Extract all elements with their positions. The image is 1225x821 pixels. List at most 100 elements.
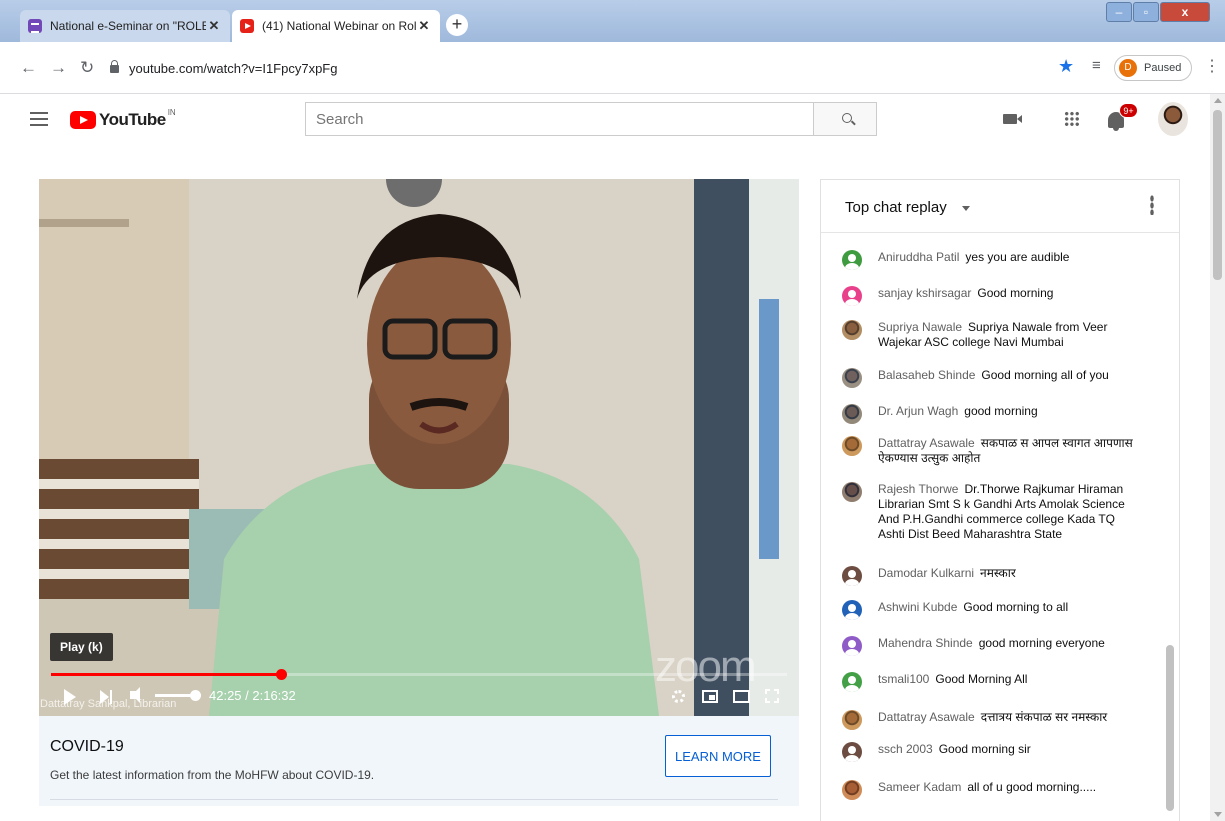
url-field[interactable]: youtube.com/watch?v=I1Fpcy7xpFg	[110, 52, 1070, 84]
chat-avatar[interactable]	[842, 482, 862, 502]
chat-author[interactable]: Dattatray Asawale	[878, 710, 975, 724]
chat-author[interactable]: ssch 2003	[878, 742, 933, 756]
chat-scrollbar[interactable]	[1166, 645, 1174, 811]
forward-arrow-icon[interactable]: →	[50, 58, 67, 78]
speaker-caption: Dattatray Sankpal, Librarian	[40, 698, 177, 710]
learn-more-button[interactable]: LEARN MORE	[665, 735, 771, 777]
chat-text: Good morning to all	[963, 600, 1069, 614]
chat-avatar[interactable]	[842, 250, 862, 270]
maximize-button[interactable]: ▫	[1133, 2, 1159, 22]
miniplayer-icon[interactable]	[702, 690, 718, 703]
back-arrow-icon[interactable]: ←	[20, 58, 37, 78]
video-frame	[39, 179, 799, 716]
new-tab-button[interactable]: +	[446, 14, 468, 36]
chat-title[interactable]: Top chat replay	[845, 199, 947, 216]
chat-author[interactable]: Damodar Kulkarni	[878, 566, 974, 580]
volume-knob[interactable]	[190, 690, 201, 701]
chat-text: Good morning sir	[938, 742, 1031, 756]
search-button[interactable]	[813, 102, 877, 136]
lock-icon	[110, 60, 119, 73]
chat-message: Dr. Arjun Wagh good morning	[842, 404, 1142, 424]
profile-avatar: D	[1119, 59, 1137, 77]
chat-avatar[interactable]	[842, 780, 862, 800]
chat-message: Supriya Nawale Supriya Nawale from Veer W…	[842, 320, 1142, 350]
chat-message: Sameer Kadam all of u good morning.....	[842, 780, 1142, 800]
chat-message: Balasaheb Shinde Good morning all of you	[842, 368, 1142, 388]
youtube-icon	[240, 19, 254, 33]
chat-avatar[interactable]	[842, 404, 862, 424]
close-icon[interactable]: ✕	[206, 18, 222, 34]
chat-author[interactable]: sanjay kshirsagar	[878, 286, 971, 300]
progress-bar[interactable]	[51, 669, 787, 680]
chat-avatar[interactable]	[842, 286, 862, 306]
scroll-up-icon[interactable]	[1214, 98, 1222, 103]
fullscreen-icon[interactable]	[765, 689, 779, 703]
tab-youtube[interactable]: (41) National Webinar on Role of ✕	[232, 10, 440, 42]
more-options-icon[interactable]	[1150, 195, 1154, 215]
chat-text: good morning everyone	[978, 636, 1105, 650]
chat-avatar[interactable]	[842, 320, 862, 340]
chat-message: Aniruddha Patil yes you are audible	[842, 250, 1142, 270]
youtube-logo[interactable]: YouTube IN	[70, 108, 176, 130]
chat-avatar[interactable]	[842, 742, 862, 762]
divider	[50, 799, 778, 800]
chat-author[interactable]: Ashwini Kubde	[878, 600, 957, 614]
minimize-button[interactable]: –	[1106, 2, 1132, 22]
close-icon[interactable]: ✕	[416, 18, 432, 34]
chat-text: Good morning	[977, 286, 1054, 300]
chat-author[interactable]: tsmali100	[878, 672, 929, 686]
chat-author[interactable]: Mahendra Shinde	[878, 636, 973, 650]
youtube-play-icon	[70, 111, 96, 129]
video-player[interactable]	[39, 179, 799, 716]
profile-button[interactable]: D Paused	[1114, 55, 1192, 81]
page-scrollbar[interactable]	[1210, 94, 1225, 821]
settings-gear-icon[interactable]	[672, 690, 685, 703]
chat-author[interactable]: Supriya Nawale	[878, 320, 962, 334]
chat-avatar[interactable]	[842, 436, 862, 456]
chat-author[interactable]: Aniruddha Patil	[878, 250, 959, 264]
menu-icon[interactable]	[30, 112, 48, 126]
chat-text: दत्तात्रय संकपाळ सर नमस्कार	[980, 710, 1108, 724]
chat-avatar[interactable]	[842, 368, 862, 388]
chat-avatar[interactable]	[842, 710, 862, 730]
chat-message: Dattatray Asawale दत्तात्रय संकपाळ सर नमस…	[842, 710, 1142, 730]
chat-text: Good Morning All	[935, 672, 1028, 686]
play-tooltip: Play (k)	[50, 633, 113, 661]
close-window-button[interactable]: x	[1160, 2, 1210, 22]
tab-forms[interactable]: National e-Seminar on "ROLE OF ✕	[20, 10, 230, 42]
volume-slider[interactable]	[155, 694, 193, 697]
tab-title: (41) National Webinar on Role of	[262, 19, 416, 33]
reload-icon[interactable]: ↻	[80, 58, 94, 78]
chat-author[interactable]: Dr. Arjun Wagh	[878, 404, 958, 418]
scroll-down-icon[interactable]	[1214, 812, 1222, 817]
chat-author[interactable]: Dattatray Asawale	[878, 436, 975, 450]
theater-mode-icon[interactable]	[733, 690, 750, 703]
zoom-watermark: zoom	[655, 642, 757, 691]
covid-description: Get the latest information from the MoHF…	[50, 768, 375, 782]
chevron-down-icon[interactable]	[962, 206, 970, 211]
chat-avatar[interactable]	[842, 636, 862, 656]
browser-menu-icon[interactable]: ⋮	[1204, 56, 1220, 76]
create-video-icon[interactable]	[1003, 114, 1022, 124]
chat-text: नमस्कार	[980, 566, 1016, 580]
chat-avatar[interactable]	[842, 600, 862, 620]
bookmark-star-icon[interactable]: ★	[1058, 56, 1074, 77]
chat-message: Rajesh Thorwe Dr.Thorwe Rajkumar Hiraman …	[842, 482, 1142, 542]
chat-text: Good morning all of you	[981, 368, 1109, 382]
time-display: 42:25 / 2:16:32	[209, 688, 296, 703]
chat-avatar[interactable]	[842, 566, 862, 586]
chat-avatar[interactable]	[842, 672, 862, 692]
scrollbar-thumb[interactable]	[1213, 110, 1222, 280]
apps-grid-icon[interactable]	[1064, 111, 1080, 127]
chat-author[interactable]: Sameer Kadam	[878, 780, 961, 794]
chat-message-list[interactable]: Aniruddha Patil yes you are audible sanjay…	[822, 234, 1166, 821]
chat-message: Dattatray Asawale सकपाळ स आपल स्वागत आपणा…	[842, 436, 1142, 466]
account-avatar[interactable]	[1158, 102, 1188, 136]
notification-badge: 9+	[1119, 103, 1138, 118]
chat-message: Mahendra Shinde good morning everyone	[842, 636, 1142, 656]
chat-author[interactable]: Balasaheb Shinde	[878, 368, 975, 382]
chat-author[interactable]: Rajesh Thorwe	[878, 482, 958, 496]
search-input[interactable]	[305, 102, 813, 136]
chat-message: sanjay kshirsagar Good morning	[842, 286, 1142, 306]
reading-list-icon[interactable]: ≡	[1092, 57, 1101, 74]
